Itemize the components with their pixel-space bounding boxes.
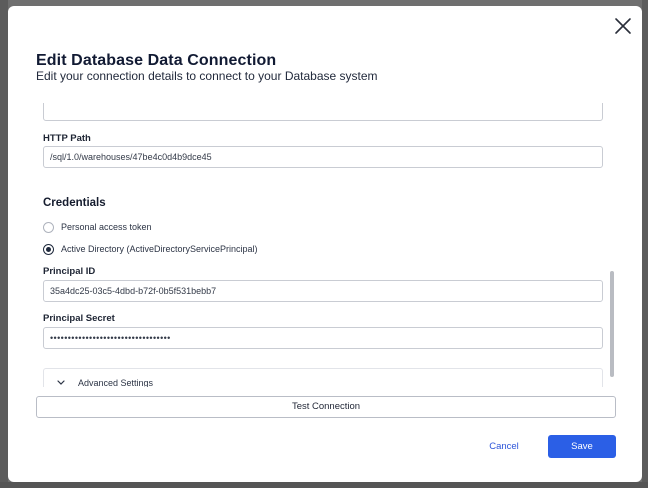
principal-secret-label: Principal Secret — [43, 313, 115, 324]
principal-id-label: Principal ID — [43, 266, 96, 277]
backdrop — [0, 482, 648, 488]
dialog-title: Edit Database Data Connection — [36, 52, 277, 69]
previous-field-input[interactable] — [43, 103, 603, 121]
dialog-subtitle: Edit your connection details to connect … — [36, 69, 378, 83]
cancel-button[interactable]: Cancel — [478, 436, 530, 458]
test-connection-button[interactable]: Test Connection — [36, 396, 616, 418]
save-button[interactable]: Save — [548, 435, 616, 458]
radio-button-selected[interactable] — [43, 243, 54, 255]
advanced-settings-label: Advanced Settings — [78, 378, 154, 387]
backdrop — [0, 0, 8, 488]
http-path-input[interactable]: /sql/1.0/warehouses/47be4c0d4b9dce45 — [43, 146, 603, 168]
form-scroll-area[interactable]: HTTP Path /sql/1.0/warehouses/47be4c0d4b… — [8, 103, 642, 387]
http-path-label: HTTP Path — [43, 133, 91, 144]
radio-personal-access-token[interactable]: Personal access token — [43, 220, 152, 234]
radio-label: Personal access token — [61, 222, 152, 232]
principal-id-input[interactable]: 35a4dc25-03c5-4dbd-b72f-0b5f531bebb7 — [43, 280, 603, 302]
scrollbar-thumb[interactable] — [610, 271, 614, 377]
edit-connection-dialog: Edit Database Data Connection Edit your … — [8, 6, 642, 482]
credentials-heading: Credentials — [43, 197, 106, 209]
chevron-down-icon — [57, 380, 65, 385]
radio-label: Active Directory (ActiveDirectoryService… — [61, 244, 258, 254]
principal-secret-input[interactable]: •••••••••••••••••••••••••••••••••• — [43, 327, 603, 349]
advanced-settings-toggle[interactable]: Advanced Settings — [43, 368, 603, 387]
backdrop — [642, 0, 648, 488]
radio-button[interactable] — [43, 221, 54, 233]
close-icon — [615, 18, 631, 34]
radio-active-directory[interactable]: Active Directory (ActiveDirectoryService… — [43, 242, 258, 256]
close-button[interactable] — [613, 16, 633, 36]
